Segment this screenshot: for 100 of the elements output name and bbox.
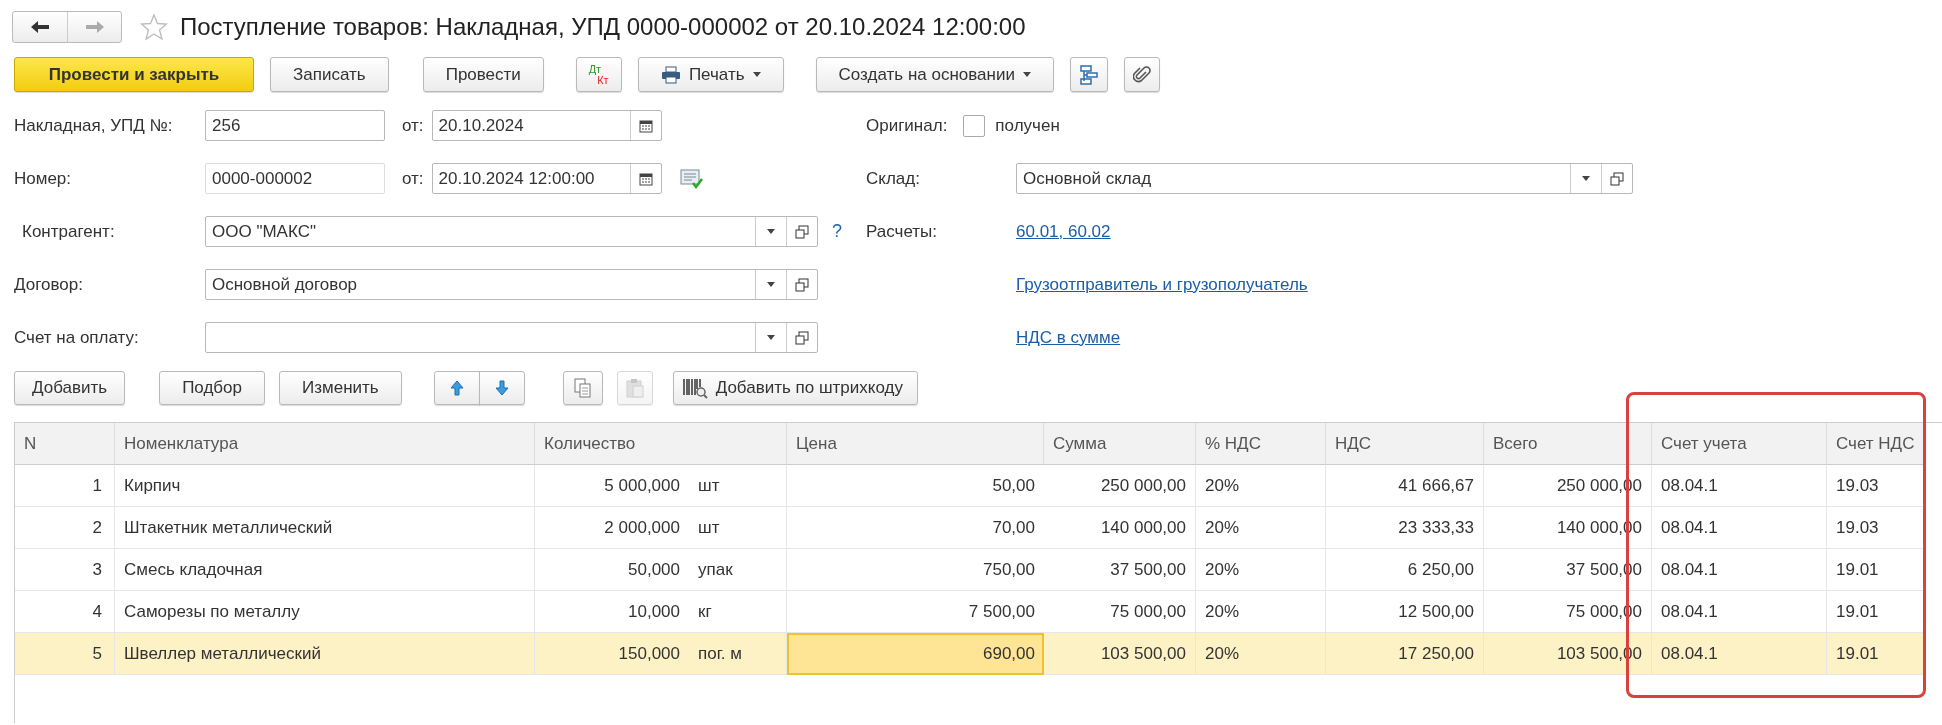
table-cell: 17 250,00 [1326, 633, 1484, 675]
barcode-icon [681, 377, 708, 399]
date-label: от: [402, 115, 424, 136]
right-arrow-icon [84, 20, 105, 34]
table-cell: 19.01 [1827, 633, 1925, 675]
field-label: Договор: [14, 274, 84, 295]
table-toolbar-button[interactable]: Подбор [159, 371, 265, 405]
column-header[interactable]: Номенклатура [115, 423, 535, 465]
move-up-button[interactable] [433, 371, 480, 405]
table-cell: 70,00 [787, 507, 1044, 549]
table-cell: Смесь кладочная [115, 549, 535, 591]
table-cell: 750,00 [787, 549, 1044, 591]
move-down-button[interactable] [478, 371, 525, 405]
column-header[interactable]: Счет учета [1652, 423, 1827, 465]
column-header[interactable]: Цена [787, 423, 1044, 465]
column-header[interactable]: Всего [1484, 423, 1652, 465]
paperclip-icon [1132, 64, 1151, 85]
table-cell: 5 [15, 633, 115, 675]
field-label: Оригинал: [866, 115, 948, 136]
field-label: Номер: [14, 168, 73, 189]
open-icon [1610, 171, 1624, 186]
table-cell: 41 666,67 [1326, 465, 1484, 507]
select-field[interactable] [205, 322, 818, 353]
dropdown-icon [767, 282, 775, 287]
table-cell: шт [689, 507, 787, 549]
table-cell: 1 [15, 465, 115, 507]
table-cell: 08.04.1 [1652, 633, 1827, 675]
table-cell: 08.04.1 [1652, 507, 1827, 549]
add-by-barcode-button[interactable]: Добавить по штрихкоду [672, 371, 918, 405]
column-header[interactable]: Количество [535, 423, 787, 465]
column-header[interactable]: Счет НДС [1827, 423, 1925, 465]
link[interactable]: 60.01, 60.02 [1016, 221, 1111, 242]
print-button[interactable]: Печать [637, 57, 784, 92]
star-icon[interactable] [140, 13, 168, 41]
table-cell: 140 000,00 [1044, 507, 1196, 549]
journal-entries-button[interactable]: Дт Кт [575, 57, 622, 92]
field-label: Склад: [866, 168, 921, 189]
table-cell: 2 000,000 [535, 507, 689, 549]
table-cell: 50,000 [535, 549, 689, 591]
table-cell: 23 333,33 [1326, 507, 1484, 549]
dropdown-icon [767, 229, 775, 234]
caret-icon [752, 72, 761, 77]
copy-button[interactable] [562, 371, 603, 405]
original-checkbox[interactable] [963, 114, 986, 137]
table-cell: пог. м [689, 633, 787, 675]
create-based-on-button[interactable]: Создать на основании [815, 57, 1054, 92]
caret-icon [1022, 72, 1031, 77]
table-cell: 690,00 [787, 633, 1044, 675]
structure-button[interactable] [1069, 57, 1108, 92]
date-field[interactable]: 20.10.2024 [431, 110, 662, 141]
column-header[interactable]: % НДС [1196, 423, 1326, 465]
table-cell: 250 000,00 [1044, 465, 1196, 507]
table-cell: 19.03 [1827, 465, 1925, 507]
column-header[interactable]: N [15, 423, 115, 465]
table-toolbar-button[interactable]: Добавить [14, 371, 126, 405]
copy-icon [573, 378, 592, 398]
attach-button[interactable] [1123, 57, 1160, 92]
printer-icon [660, 65, 681, 84]
number-field[interactable]: 256 [205, 110, 385, 141]
table-cell: 19.01 [1827, 549, 1925, 591]
table-cell: 6 250,00 [1326, 549, 1484, 591]
table-cell: 3 [15, 549, 115, 591]
column-header[interactable]: Сумма [1044, 423, 1196, 465]
link[interactable]: НДС в сумме [1016, 327, 1121, 348]
select-field[interactable]: ООО "МАКС" [205, 216, 818, 247]
field-label: Счет на оплату: [14, 327, 140, 348]
calendar-icon [638, 171, 653, 186]
table-cell: 20% [1196, 633, 1326, 675]
select-field[interactable]: Основной склад [1016, 163, 1633, 194]
table-cell: 150,000 [535, 633, 689, 675]
down-arrow-icon [494, 380, 509, 396]
table-cell: 50,00 [787, 465, 1044, 507]
open-icon [795, 277, 809, 292]
up-arrow-icon [449, 380, 464, 396]
table-toolbar-button[interactable]: Изменить [279, 371, 402, 405]
table-cell: 20% [1196, 549, 1326, 591]
date-field[interactable]: 20.10.2024 12:00:00 [431, 163, 662, 194]
calendar-icon [638, 118, 653, 133]
dropdown-icon [1582, 176, 1590, 181]
link[interactable]: Грузоотправитель и грузополучатель [1016, 274, 1308, 295]
dropdown-icon [767, 335, 775, 340]
table-cell: упак [689, 549, 787, 591]
checkbox-label: получен [995, 115, 1060, 136]
date-label: от: [402, 168, 424, 189]
table-cell: Штакетник металлический [115, 507, 535, 549]
toolbar-button[interactable]: Записать [270, 57, 389, 92]
help-link[interactable]: ? [832, 221, 842, 242]
field-label: Контрагент: [21, 221, 116, 242]
table-cell: 20% [1196, 465, 1326, 507]
post-and-close-button[interactable]: Провести и закрыть [14, 57, 254, 92]
field-label: Накладная, УПД №: [14, 115, 174, 136]
table-cell: 103 500,00 [1044, 633, 1196, 675]
select-field[interactable]: Основной договор [205, 269, 818, 300]
table-cell: 5 000,000 [535, 465, 689, 507]
number-field[interactable]: 0000-000002 [205, 163, 385, 194]
left-arrow-icon [30, 20, 50, 34]
hierarchy-icon [1078, 64, 1099, 85]
column-header[interactable]: НДС [1326, 423, 1484, 465]
table-cell: 37 500,00 [1044, 549, 1196, 591]
toolbar-button[interactable]: Провести [422, 57, 544, 92]
